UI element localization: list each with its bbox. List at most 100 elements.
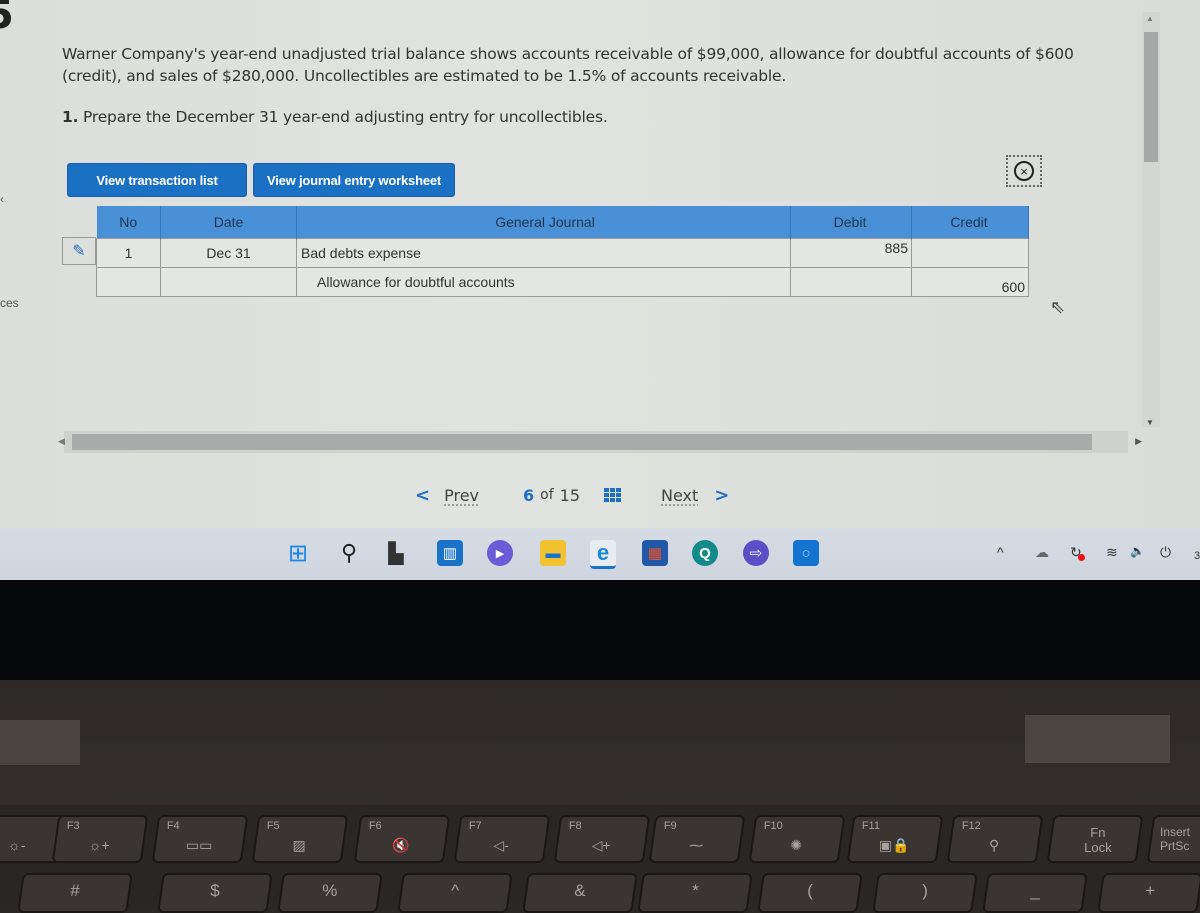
laptop-keyboard: ☼- F3 ☼+ F4 ▭▭ F5 ▨ F6 🔇 F7 ◁- F8 ◁+ F9 ⁓ F10 ✺ … [0,805,1200,913]
key-fn-lock[interactable]: Fn Lock [1046,815,1144,863]
key-5[interactable]: % [277,873,383,913]
start-icon[interactable]: ⊞ [285,540,311,567]
next-link[interactable]: Next [661,486,698,505]
key-f12[interactable]: F12 ⚲ [946,815,1044,863]
widgets-icon[interactable]: ▥ [437,540,463,566]
prev-link[interactable]: Prev [444,486,479,505]
key-insert-prtsc[interactable]: Insert PrtSc [1146,815,1200,863]
key-label: F4 [166,820,180,832]
view-journal-entry-worksheet-button[interactable]: View journal entry worksheet [253,163,455,197]
question-text: Warner Company's year-end unadjusted tri… [62,45,1074,85]
tray-chevron-icon[interactable]: ^ [997,544,1004,560]
volume-down-icon: ◁- [493,837,509,853]
clock-partial[interactable]: 3 [1194,550,1200,562]
file-explorer-icon[interactable]: ▬ [540,540,566,566]
key-label: F8 [568,820,582,832]
key-f9[interactable]: F9 ⁓ [648,815,746,863]
vertical-scrollbar[interactable]: ▲ ▼ [1142,12,1160,427]
edit-entry-button[interactable]: ✎ [62,237,96,265]
key-label: F12 [961,820,981,832]
edge-glyph: e [596,540,610,565]
search-icon[interactable]: ⚲ [336,540,362,566]
left-panel-edge: 5 ‹ ces [0,0,40,520]
vertical-scrollbar-thumb[interactable] [1144,32,1158,162]
key-9[interactable]: ( [757,873,863,913]
key-0[interactable]: ) [872,873,978,913]
key-7[interactable]: & [522,873,638,913]
key-f11[interactable]: F11 ▣🔒 [846,815,944,863]
volume-up-icon: ◁+ [591,837,611,853]
widgets-glyph: ▥ [442,545,458,562]
onedrive-cloud-icon[interactable]: ☁ [1035,544,1049,561]
key-f10[interactable]: F10 ✺ [748,815,846,863]
microsoft-store-icon[interactable]: ▦ [642,540,668,566]
question-grid-icon[interactable] [604,488,621,502]
key-label: # [70,881,81,900]
cell-no: 1 [96,238,161,268]
scroll-down-arrow-icon[interactable]: ▼ [1146,418,1154,427]
search-app-glyph: Q [699,544,711,562]
battery-icon[interactable]: ⏻ [1160,544,1171,561]
key-label: $ [210,881,221,900]
key-f5[interactable]: F5 ▨ [251,815,349,863]
question-instruction: 1. Prepare the December 31 year-end adju… [62,108,608,126]
key-f4[interactable]: F4 ▭▭ [151,815,249,863]
touchpad-icon: ▨ [292,837,306,853]
volume-icon[interactable]: 🔈 [1130,544,1145,558]
collapse-chevron-icon[interactable]: ‹ [0,192,4,206]
page-of-label: of [540,487,554,503]
view-transaction-list-button[interactable]: View transaction list [67,163,247,197]
task-view-glyph: ▙ [388,542,404,565]
recording-indicator [1078,554,1085,561]
col-header-date: Date [160,206,297,239]
journal-row: 1 Dec 31 Bad debts expense 885 [96,238,1029,268]
mute-icon: 🔇 [392,837,410,853]
key-label: F7 [468,820,482,832]
teams-glyph: ▶ [495,547,505,560]
task-view-icon[interactable]: ▙ [383,540,409,566]
instruction-text: Prepare the December 31 year-end adjusti… [83,108,608,126]
laptop-screen: 5 ‹ ces Warner Company's year-end unadju… [0,0,1200,580]
scroll-right-arrow-icon[interactable]: ▶ [1135,436,1142,447]
key-4[interactable]: $ [157,873,273,913]
hinge-tab-left [0,720,80,765]
key-6[interactable]: ^ [397,873,513,913]
scroll-left-arrow-icon[interactable]: ◀ [58,436,65,447]
cortana-icon[interactable]: ○ [793,540,819,566]
prev-chevron-icon[interactable]: < [415,485,430,506]
key-f7[interactable]: F7 ◁- [453,815,551,863]
key-label: % [322,881,338,900]
key-label: F5 [266,820,280,832]
edge-browser-icon[interactable]: e [590,540,616,569]
search-app-icon[interactable]: Q [692,540,718,566]
key-8[interactable]: * [637,873,753,913]
close-button[interactable]: × [1006,155,1042,187]
scrollbar-thumb[interactable] [72,434,1092,450]
key-minus[interactable]: _ [982,873,1088,913]
display-switch-icon: ▭▭ [185,837,213,853]
wifi-icon[interactable]: ≋ [1106,544,1118,561]
horizontal-scrollbar[interactable]: ◀ ▶ [54,431,1144,453]
key-3[interactable]: # [17,873,133,913]
key-label: F10 [763,820,783,832]
key-f6[interactable]: F6 🔇 [353,815,451,863]
next-chevron-icon[interactable]: > [714,485,729,506]
privacy-lock-icon: ▣🔒 [878,837,910,853]
question-pager: < Prev 6 of 15 Next > [415,482,729,508]
sidebar-partial-label[interactable]: ces [0,296,19,310]
laptop-hinge [0,680,1200,810]
cell-account: Allowance for doubtful accounts [296,267,791,297]
store-glyph: ▦ [647,545,663,562]
teams-chat-icon[interactable]: ▶ [487,540,513,566]
journal-header-row: No Date General Journal Debit Credit [96,206,1029,239]
scroll-up-arrow-icon[interactable]: ▲ [1146,14,1154,23]
remote-app-icon[interactable]: ⇨ [743,540,769,566]
cell-date: Dec 31 [160,238,297,268]
search-glyph: ⚲ [340,540,358,565]
total-pages: 15 [559,485,580,505]
key-f8[interactable]: F8 ◁+ [553,815,651,863]
key-plus[interactable]: + [1097,873,1200,913]
remote-app-glyph: ⇨ [749,545,763,562]
key-f3[interactable]: F3 ☼+ [51,815,149,863]
key-label: F11 [861,820,880,832]
